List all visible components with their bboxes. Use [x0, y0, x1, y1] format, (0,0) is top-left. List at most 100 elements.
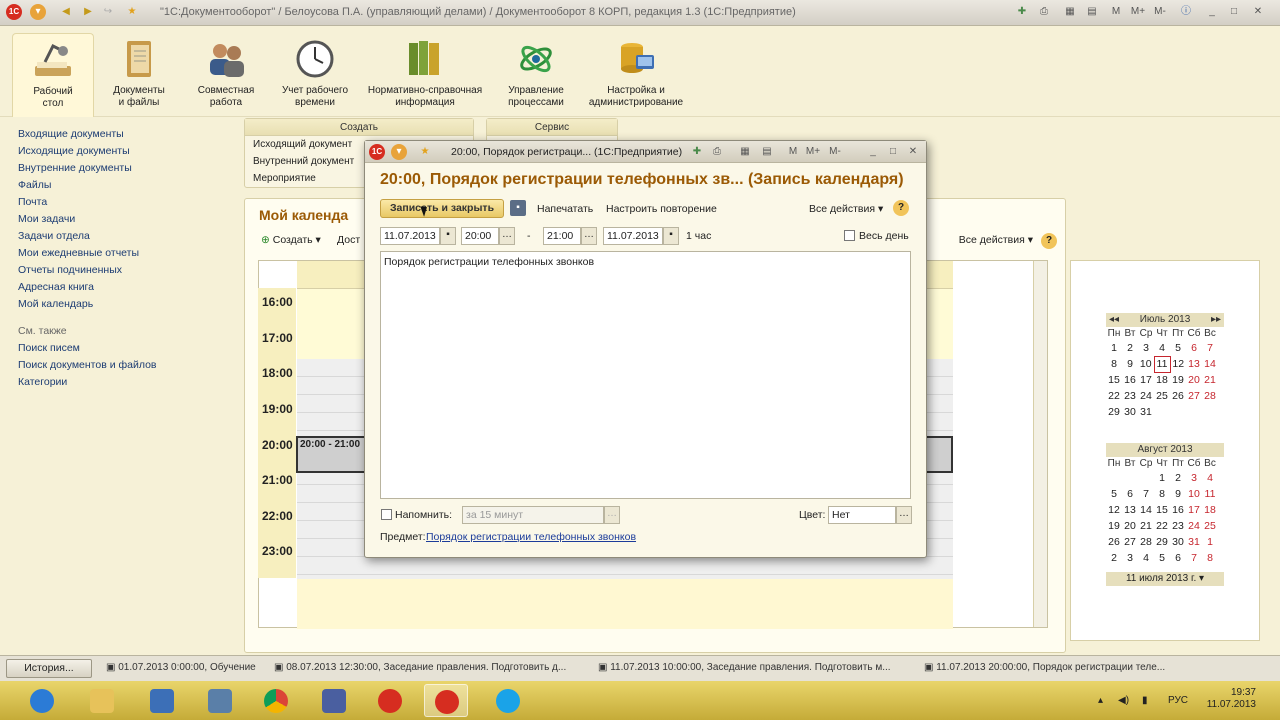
save-disk-icon[interactable]: ▪: [510, 200, 526, 216]
memory-mplus-icon[interactable]: M+: [1130, 4, 1146, 20]
link-icon[interactable]: ⎙: [1036, 4, 1052, 20]
close-icon[interactable]: ✕: [905, 144, 921, 160]
day-cell[interactable]: 9: [1122, 356, 1138, 372]
language-indicator[interactable]: РУС: [1168, 695, 1188, 706]
day-cell[interactable]: 7: [1202, 340, 1218, 356]
sidebar-item-doc-search[interactable]: Поиск документов и файлов: [0, 357, 234, 374]
day-cell[interactable]: 3: [1122, 550, 1138, 566]
sidebar-item-address-book[interactable]: Адресная книга: [0, 279, 234, 296]
day-cell[interactable]: 19: [1170, 372, 1186, 388]
day-cell[interactable]: 5: [1154, 550, 1170, 566]
day-cell[interactable]: 7: [1186, 550, 1202, 566]
day-cell[interactable]: 25: [1202, 518, 1218, 534]
day-cell[interactable]: 8: [1106, 356, 1122, 372]
end-time-select-button[interactable]: …: [581, 227, 597, 245]
history-item[interactable]: ▣ 08.07.2013 12:30:00, Заседание правлен…: [274, 662, 582, 673]
taskbar-skype[interactable]: [486, 684, 530, 717]
prev-month-icon[interactable]: ◂◂: [1109, 313, 1119, 327]
day-cell[interactable]: 5: [1170, 340, 1186, 356]
sidebar-item-categories[interactable]: Категории: [0, 374, 234, 391]
taskbar-control-panel[interactable]: [140, 684, 184, 717]
day-cell[interactable]: 30: [1122, 404, 1138, 420]
day-cell[interactable]: 14: [1202, 356, 1218, 372]
day-cell[interactable]: 4: [1154, 340, 1170, 356]
start-date-picker-icon[interactable]: ▪: [440, 227, 456, 245]
favorite-star-icon[interactable]: ★: [417, 144, 433, 160]
start-time-select-button[interactable]: …: [499, 227, 515, 245]
sidebar-item-dept-tasks[interactable]: Задачи отдела: [0, 228, 234, 245]
section-desktop[interactable]: Рабочий стол: [12, 33, 94, 117]
day-cell[interactable]: 17: [1138, 372, 1154, 388]
taskbar-1c[interactable]: [368, 684, 412, 717]
day-cell[interactable]: 24: [1186, 518, 1202, 534]
day-cell[interactable]: 31: [1186, 534, 1202, 550]
taskbar-1c-active[interactable]: [424, 684, 468, 717]
remind-time-field[interactable]: за 15 минут: [462, 506, 604, 524]
day-cell[interactable]: 12: [1170, 356, 1186, 372]
description-textarea[interactable]: Порядок регистрации телефонных звонков: [380, 251, 911, 499]
day-cell[interactable]: 18: [1154, 372, 1170, 388]
subject-link[interactable]: Порядок регистрации телефонных звонков: [426, 531, 636, 543]
day-cell[interactable]: 2: [1106, 550, 1122, 566]
next-month-icon[interactable]: ▸▸: [1211, 313, 1221, 327]
day-cell[interactable]: 20: [1122, 518, 1138, 534]
day-cell[interactable]: 6: [1186, 340, 1202, 356]
tray-arrow-icon[interactable]: ▴: [1098, 695, 1103, 706]
calculator-icon[interactable]: ▤: [759, 144, 775, 160]
memory-mminus-icon[interactable]: M-: [1152, 4, 1168, 20]
memory-m-icon[interactable]: M: [1108, 4, 1124, 20]
minimize-icon[interactable]: _: [1204, 4, 1220, 20]
forward-icon[interactable]: ▶: [80, 4, 96, 20]
day-cell[interactable]: 1: [1106, 340, 1122, 356]
day-cell[interactable]: 15: [1154, 502, 1170, 518]
remind-select-button[interactable]: …: [604, 506, 620, 524]
july-grid[interactable]: Пн Вт Ср Чт Пт Сб Вс 1 2 3 4 5 6 7 8 9 10 11 12 13 14 15 16 17 1…: [1106, 327, 1218, 420]
day-cell[interactable]: 1: [1154, 470, 1170, 486]
day-cell[interactable]: 12: [1106, 502, 1122, 518]
day-cell[interactable]: 20: [1186, 372, 1202, 388]
day-cell[interactable]: 8: [1202, 550, 1218, 566]
history-item[interactable]: ▣ 11.07.2013 10:00:00, Заседание правлен…: [598, 662, 916, 673]
remind-checkbox[interactable]: [381, 509, 392, 520]
memory-m-icon[interactable]: M: [785, 144, 801, 160]
sidebar-item-internal[interactable]: Внутренние документы: [0, 160, 234, 177]
all-day-checkbox[interactable]: [844, 230, 855, 241]
day-cell[interactable]: 3: [1186, 470, 1202, 486]
network-tray-icon[interactable]: ▮: [1142, 695, 1148, 706]
day-cell[interactable]: 7: [1138, 486, 1154, 502]
history-arrow-icon[interactable]: ↪: [100, 4, 116, 20]
grid-scrollbar[interactable]: [1033, 261, 1047, 627]
system-clock[interactable]: 19:37 11.07.2013: [1207, 687, 1256, 711]
section-reference-info[interactable]: Нормативно-справочная информация: [364, 33, 486, 117]
day-cell[interactable]: 24: [1138, 388, 1154, 404]
day-cell[interactable]: 10: [1138, 356, 1154, 372]
day-cell[interactable]: 29: [1154, 534, 1170, 550]
day-cell[interactable]: 4: [1202, 470, 1218, 486]
sidebar-item-files[interactable]: Файлы: [0, 177, 234, 194]
day-cell[interactable]: 8: [1154, 486, 1170, 502]
day-cell[interactable]: 2: [1170, 470, 1186, 486]
taskbar-explorer[interactable]: [80, 684, 124, 717]
day-cell[interactable]: 11: [1202, 486, 1218, 502]
day-cell[interactable]: 22: [1154, 518, 1170, 534]
day-cell[interactable]: 13: [1122, 502, 1138, 518]
favorite-star-icon[interactable]: ★: [124, 4, 140, 20]
day-cell[interactable]: 25: [1154, 388, 1170, 404]
day-cell[interactable]: 16: [1122, 372, 1138, 388]
day-cell[interactable]: 3: [1138, 340, 1154, 356]
section-documents[interactable]: Документы и файлы: [100, 33, 178, 117]
calendar-icon[interactable]: ▦: [737, 144, 753, 160]
day-cell[interactable]: 26: [1170, 388, 1186, 404]
section-collaboration[interactable]: Совместная работа: [186, 33, 266, 117]
memory-mplus-icon[interactable]: M+: [805, 144, 821, 160]
day-cell[interactable]: 13: [1186, 356, 1202, 372]
taskbar-network[interactable]: [312, 684, 356, 717]
history-item[interactable]: ▣ 01.07.2013 0:00:00, Обучение: [106, 662, 266, 673]
add-favorite-icon[interactable]: ✚: [1014, 4, 1030, 20]
day-cell[interactable]: 22: [1106, 388, 1122, 404]
info-icon[interactable]: ⓘ: [1178, 4, 1194, 20]
day-cell[interactable]: 2: [1122, 340, 1138, 356]
day-cell[interactable]: 18: [1202, 502, 1218, 518]
day-cell[interactable]: 27: [1122, 534, 1138, 550]
end-time-field[interactable]: 21:00: [543, 227, 581, 245]
